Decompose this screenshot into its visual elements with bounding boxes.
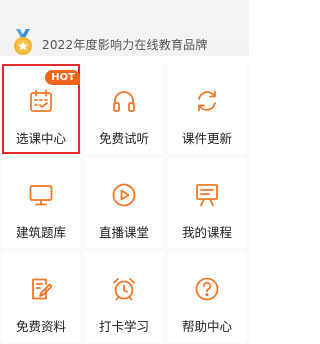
free-trial-tile[interactable]: 免费试听 (85, 64, 163, 154)
refresh-icon (198, 90, 216, 112)
my-courses-label: 我的课程 (181, 225, 232, 240)
course-center-tile[interactable]: HOT 选课中心 (2, 64, 80, 154)
calendar-icon (30, 89, 52, 112)
hot-badge: HOT (45, 70, 80, 85)
free-trial-label: 免费试听 (98, 131, 149, 146)
check-in-study-tile[interactable]: 打卡学习 (85, 252, 163, 342)
course-center-label: 选课中心 (15, 131, 66, 146)
my-courses-tile[interactable]: 我的课程 (168, 158, 246, 248)
help-circle-icon (195, 277, 219, 301)
brand-award-text: 2022年度影响力在线教育品牌 (42, 38, 208, 52)
headphones-icon (113, 91, 135, 112)
play-circle-icon (112, 183, 136, 207)
brand-banner: 2022年度影响力在线教育品牌 (0, 0, 249, 56)
free-materials-label: 免费资料 (15, 319, 66, 334)
free-materials-tile[interactable]: 免费资料 (2, 252, 80, 342)
courseware-update-tile[interactable]: 课件更新 (168, 64, 246, 154)
presentation-board-icon (196, 184, 218, 207)
check-in-study-label: 打卡学习 (98, 319, 149, 334)
question-bank-tile[interactable]: 建筑题库 (2, 158, 80, 248)
medal-icon (14, 29, 32, 55)
alarm-clock-icon (113, 278, 135, 301)
live-class-label: 直播课堂 (98, 225, 149, 240)
help-center-tile[interactable]: 帮助中心 (168, 252, 246, 342)
courseware-update-label: 课件更新 (181, 131, 232, 146)
help-center-label: 帮助中心 (181, 319, 232, 334)
document-edit-icon (32, 278, 53, 300)
question-bank-label: 建筑题库 (15, 225, 66, 240)
live-class-tile[interactable]: 直播课堂 (85, 158, 163, 248)
monitor-icon (29, 185, 53, 206)
feature-grid: HOT 选课中心 免费试听 课件更新 建筑题库 直播课堂 我的课程 免费资料 打… (0, 64, 249, 344)
